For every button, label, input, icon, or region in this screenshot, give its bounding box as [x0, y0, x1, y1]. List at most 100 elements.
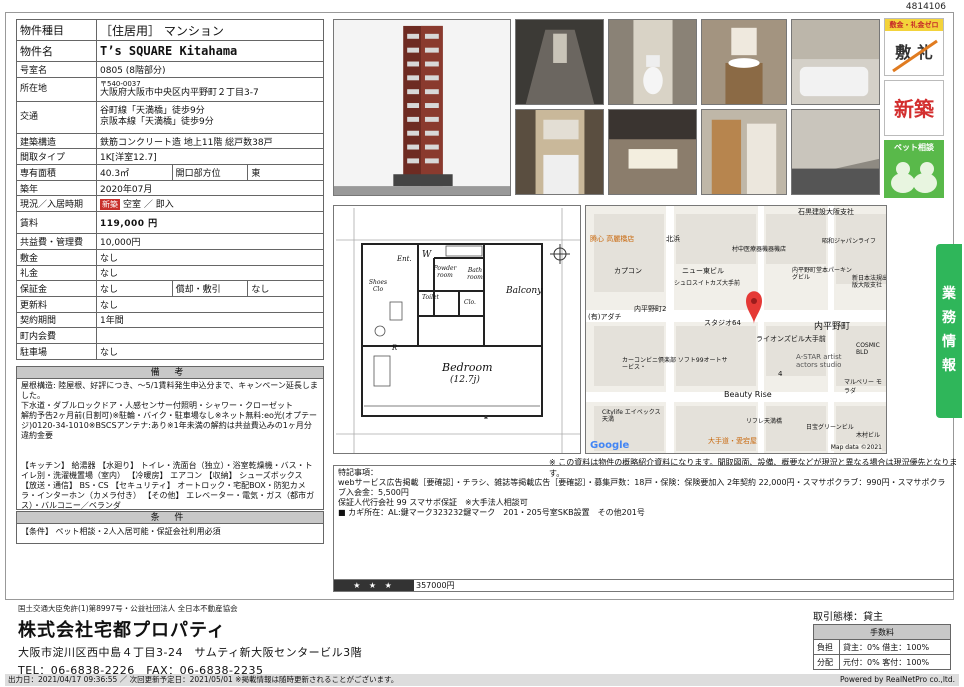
plan-label-bedroom-size: (12.7j) [450, 375, 480, 385]
map-label-8: 内平野町堂本パーキングビル [792, 267, 852, 281]
building-exterior-photo[interactable] [333, 19, 511, 196]
area-label: 専有面積 [16, 164, 97, 181]
traffic-label: 交通 [16, 100, 97, 134]
renewal-label: 更新料 [16, 295, 97, 313]
output-info-bar: 出力日：2021/04/17 09:36:55 ／ 次回更新予定日：2021/0… [5, 674, 959, 686]
town-fee-label: 町内会費 [16, 327, 97, 344]
map-label-9: 新日本法規出版大阪支社 [852, 275, 887, 289]
direction-value: 東 [247, 164, 324, 181]
parking-value: なし [96, 342, 324, 360]
address-value: 大阪府大阪市中央区内平野町２丁目3-7 [100, 87, 259, 98]
side-tab-char-2: 務 [942, 310, 956, 326]
fee-row2-value: 元付：0% 客付：100% [839, 654, 951, 670]
fee-row1-value: 貸主：0% 借主：100% [839, 639, 951, 655]
status-value: 空室 ／ 即入 [123, 200, 174, 211]
new-tag: 新築 [100, 199, 120, 211]
plan-label-bedroom: Bedroom [442, 361, 493, 374]
zero-deposit-badge: 敷金・礼金ゼロ 敷 礼 [884, 18, 944, 76]
pet-icon [891, 162, 937, 193]
structure-value: 鉄筋コンクリート造 地上11階 総戸数38戸 [96, 132, 324, 150]
company-info: 国土交通大臣免許(1)第8997号・公益社団法人 全日本不動産協会 株式会社宅都… [18, 603, 918, 678]
map-label-10: 内平野町2 [634, 305, 667, 313]
postal-code: 〒540-0037 [100, 79, 141, 88]
map-label-12: スタジオ64 [704, 319, 741, 327]
map-label-6: カプコン [614, 267, 642, 275]
transaction-type: 取引態様：貸主 [813, 612, 883, 623]
key-money-value: なし [96, 264, 324, 282]
map-label-19: Beauty Rise [724, 390, 772, 399]
map-label-17: カーコンビニ倶楽部 ソフト99オートサービス・ [622, 357, 728, 371]
map-label-2: 北浜 [666, 235, 680, 243]
map-label-7: シュロスイトカズ大手前 [674, 280, 741, 287]
washbasin-photo[interactable] [701, 19, 787, 105]
rent-value: 119,000 円 [96, 211, 324, 235]
conditions-text: 【条件】 ペット相談・2人入居可能・保証会社利用必須 [16, 524, 324, 544]
business-info-tab[interactable]: 業 務 情 報 [936, 244, 962, 418]
toilet-photo[interactable] [608, 19, 697, 105]
type-value: ［住居用］ マンション [96, 19, 324, 41]
map-label-24: 木村ビル [856, 432, 881, 439]
kitchen-photo[interactable] [515, 109, 604, 195]
amortization-value: なし [247, 280, 324, 297]
map-label-16: A-STAR artist actors studio [796, 353, 842, 369]
status-label: 現況／入居時期 [16, 195, 97, 213]
deposit-value: なし [96, 248, 324, 266]
fee-table: 取引態様：貸主 手数料 負担 貸主：0% 借主：100% 分配 元付：0% 客付：1… [813, 608, 951, 670]
map-label-3: 村中医療器機器機店 [732, 246, 787, 253]
deposit-label: 敷金 [16, 248, 97, 266]
star-rating: ★ ★ ★ [334, 580, 414, 591]
direction-label: 開口部方位 [171, 164, 249, 181]
fee-header: 手数料 [813, 624, 951, 640]
map-label-14: ライオンズビル大手前 [756, 335, 826, 343]
closet-photo[interactable] [701, 109, 787, 195]
layout-label: 間取タイプ [16, 148, 97, 166]
map-label-25: 大手道・愛宕屋 [708, 437, 757, 445]
fee-row1-label: 負担 [813, 639, 840, 655]
room-photo[interactable] [608, 109, 697, 195]
plan-label-closet: Clo. [464, 299, 476, 306]
map-label-20: 4 [778, 370, 783, 378]
rent-label: 賃料 [16, 211, 97, 235]
structure-label: 建築構造 [16, 132, 97, 150]
plan-label-toilet: Toilet [422, 294, 439, 301]
side-tab-char-3: 情 [942, 334, 956, 350]
fee-row2-label: 分配 [813, 654, 840, 670]
location-map[interactable]: 石黒建設大阪支社 腾心 高麗橋店 北浜 村中医療器機器機店 昭和ジャパンライフ … [585, 205, 887, 454]
town-fee-value [96, 327, 324, 344]
contract-value: 1年間 [96, 311, 324, 329]
property-spec-table: 物件種目 ［住居用］ マンション 物件名 T’s SQUARE Kitahama 号… [16, 19, 324, 360]
map-label-4: 昭和ジャパンライフ [822, 238, 877, 245]
parking-label: 駐車場 [16, 342, 97, 360]
map-label-11: (有)アダチ [588, 313, 622, 321]
type-label: 物件種目 [16, 19, 97, 41]
map-label-0: 石黒建設大阪支社 [798, 208, 854, 216]
license-text: 国土交通大臣免許(1)第8997号・公益社団法人 全日本不動産協会 [18, 604, 238, 613]
corridor-photo[interactable] [515, 19, 604, 105]
traffic-2: 京阪本線「天満橋」徒歩9分 [100, 117, 214, 128]
map-label-13: 内平野町 [814, 322, 851, 332]
map-label-18: マルベリー モラダ [844, 379, 882, 395]
remarks-box: 特記事項： webサービス広告掲載［要確認］・チラシ、雑誌等掲載広告［要確認］・… [333, 465, 954, 580]
company-address: 大阪市淀川区西中島４丁目3-24 サムティ新大阪センタービル3階 [18, 646, 363, 659]
document-id: 4814106 [905, 2, 946, 12]
map-label-23: 日宝グリーンビル [806, 424, 854, 431]
powered-by: Powered by RealNetPro co.,ltd. [840, 675, 955, 684]
svg-text:▲: ▲ [484, 414, 488, 420]
balcony-photo[interactable] [791, 109, 880, 195]
plan-label-washer: W [422, 250, 432, 260]
bathroom-photo[interactable] [791, 19, 880, 105]
bikou-text: 屋根構造: 陸屋根、好評につき、～5/1賃料発生申込分まで、キャンペーン延長しま… [16, 379, 324, 510]
secondary-price: 357000円 [416, 581, 455, 590]
remarks-heading: 特記事項： [338, 468, 378, 477]
company-name: 株式会社宅都プロパティ [18, 620, 226, 641]
contract-label: 契約期間 [16, 311, 97, 329]
guarantee-label: 保証金 [16, 280, 97, 297]
map-label-5: ニュー東ビル [682, 267, 724, 275]
new-building-label: 新築 [894, 97, 934, 121]
plan-label-bath-room: Bath room [467, 267, 483, 281]
floor-plan[interactable]: ▲ Ent. W Powder room Bath room Shoes Clo… [333, 205, 581, 454]
traffic-1: 谷町線「天満橋」徒歩9分 [100, 106, 205, 117]
built-value: 2020年07月 [96, 179, 324, 197]
remarks-text: webサービス広告掲載［要確認］・チラシ、雑誌等掲載広告［要確認］・募集戸数：1… [338, 478, 946, 517]
side-tab-char-4: 報 [942, 358, 956, 374]
